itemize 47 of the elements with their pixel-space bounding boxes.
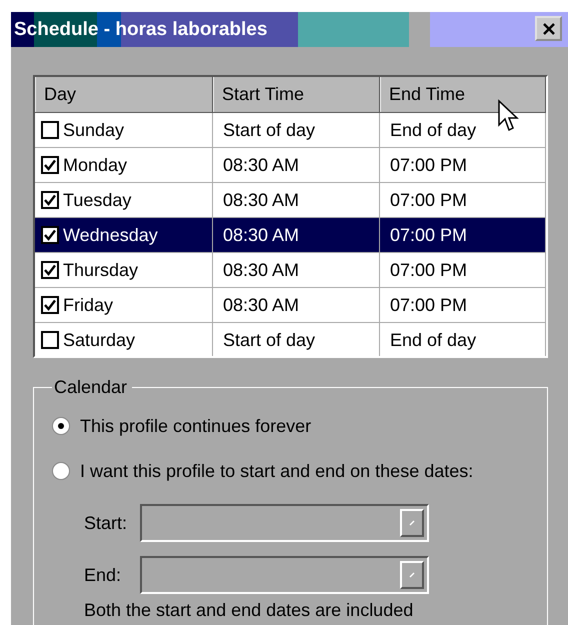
day-label: Wednesday: [63, 224, 158, 247]
note-text: Both the start and end dates are included: [84, 600, 414, 620]
close-button[interactable]: [535, 16, 562, 41]
checkbox[interactable]: [41, 191, 59, 209]
table-cell: 08:30 AM: [213, 148, 380, 182]
table-cell: 07:00 PM: [380, 253, 546, 287]
day-label: Friday: [63, 294, 114, 317]
close-icon: [542, 22, 556, 36]
day-label: Thursday: [63, 258, 138, 282]
table-row[interactable]: Saturday Start of day End of day: [35, 323, 546, 356]
table-row[interactable]: Wednesday 08:30 AM 07:00 PM: [35, 218, 546, 253]
radio-label: This profile continues forever: [80, 416, 312, 436]
table-cell: 08:30 AM: [213, 183, 380, 217]
table-cell: 08:30 AM: [213, 218, 380, 252]
slash-icon: [407, 570, 417, 580]
checkbox[interactable]: [41, 226, 59, 244]
table-cell: 07:00 PM: [380, 288, 546, 322]
window-title: Schedule - horas laborables: [14, 18, 268, 42]
table-cell: End of day: [380, 323, 546, 356]
table-cell: Start of day: [213, 323, 380, 356]
field-label: Start:: [84, 512, 128, 534]
table-cell: 07:00 PM: [380, 218, 546, 252]
day-label: Saturday: [63, 328, 136, 352]
table-cell: Start of day: [213, 113, 380, 147]
table-row[interactable]: Thursday 08:30 AM 07:00 PM: [35, 253, 546, 288]
radio-label: I want this profile to start and end on these dates:: [80, 460, 474, 482]
column-header[interactable]: Start Time: [213, 77, 380, 112]
radio-button[interactable]: [52, 417, 70, 435]
mouse-cursor-icon: [497, 99, 521, 133]
day-label: Tuesday: [63, 188, 132, 212]
checkbox[interactable]: [41, 331, 59, 349]
slash-icon: [407, 518, 417, 528]
checkbox[interactable]: [41, 261, 59, 279]
checkbox[interactable]: [41, 296, 59, 314]
table-cell: 08:30 AM: [213, 288, 380, 322]
table-cell: 07:00 PM: [380, 148, 546, 182]
day-label: Sunday: [63, 118, 124, 142]
column-header[interactable]: Day: [35, 77, 213, 112]
field-label: End:: [84, 564, 122, 586]
day-label: Monday: [63, 154, 128, 177]
radio-button[interactable]: [52, 462, 70, 480]
table-cell: 07:00 PM: [380, 183, 546, 217]
checkbox[interactable]: [41, 156, 59, 174]
table-cell: 08:30 AM: [213, 253, 380, 287]
checkbox[interactable]: [41, 121, 59, 139]
table-row[interactable]: Friday 08:30 AM 07:00 PM: [35, 288, 546, 323]
table-row[interactable]: Monday 08:30 AM 07:00 PM: [35, 148, 546, 183]
